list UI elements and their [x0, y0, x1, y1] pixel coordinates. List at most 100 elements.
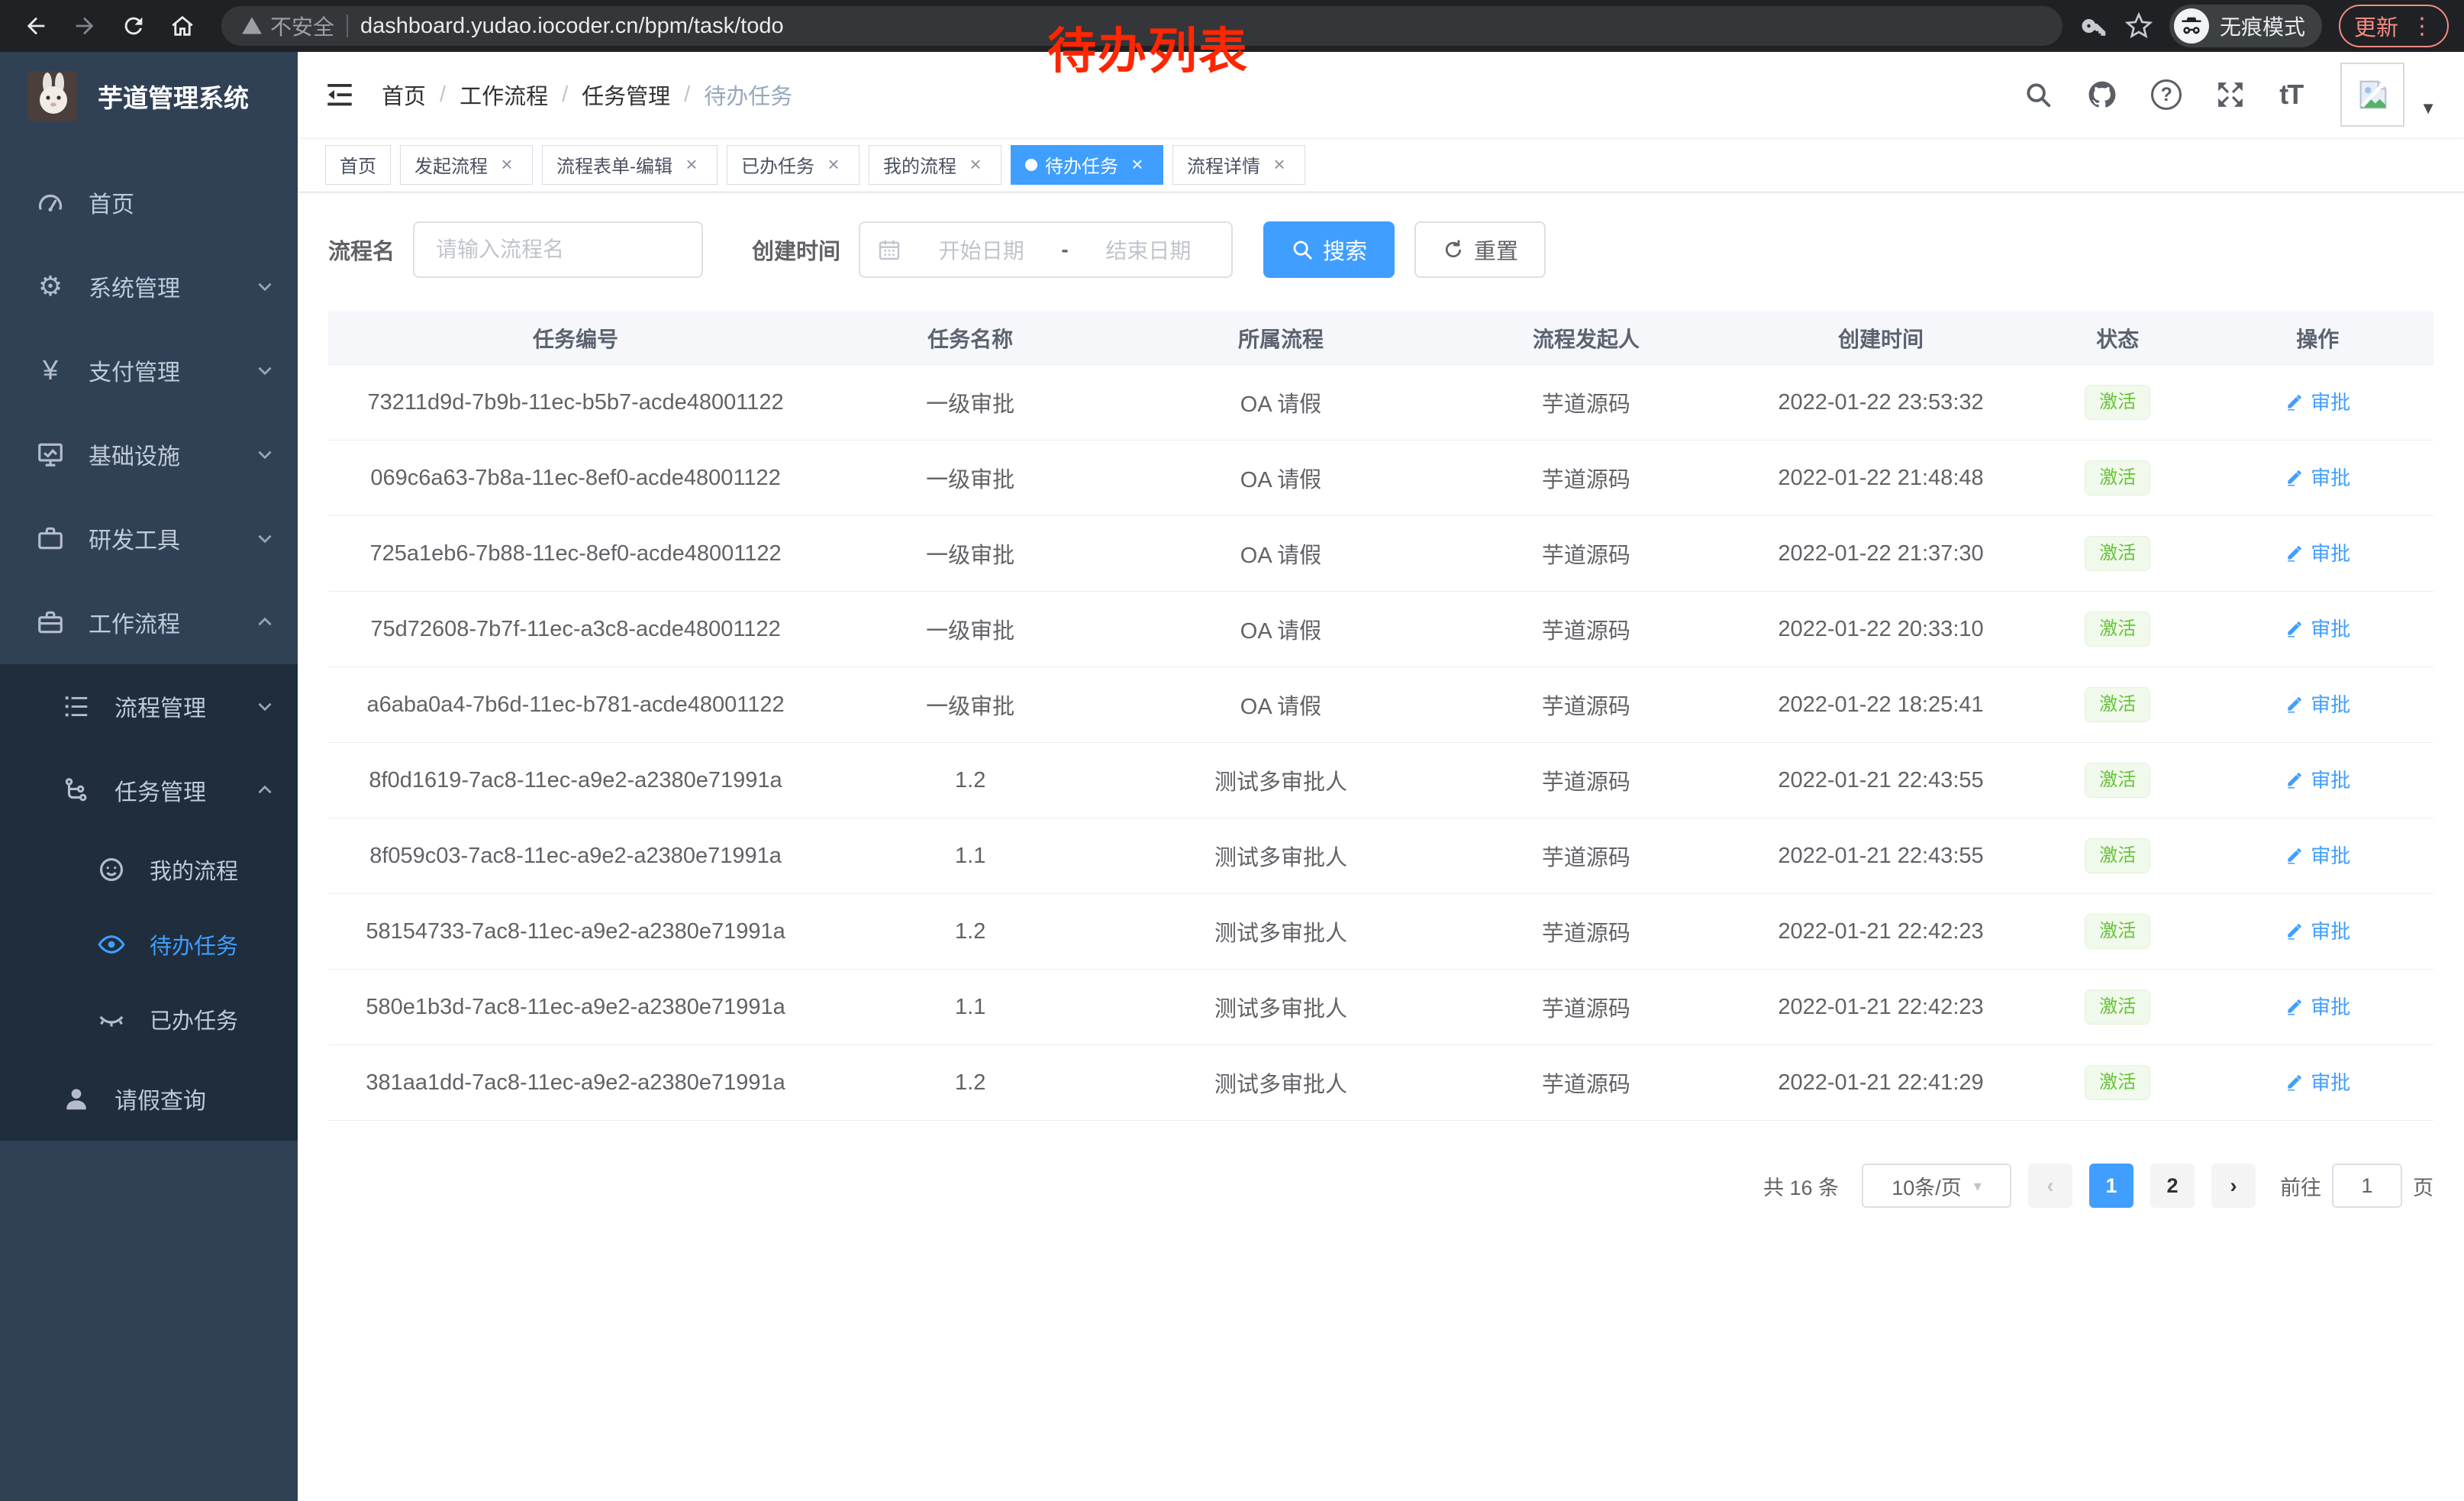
incognito-badge[interactable]: 无痕模式: [2169, 5, 2322, 47]
chevron-down-icon: [255, 528, 275, 548]
status-badge: 激活: [2085, 385, 2150, 421]
sidebar-item-system[interactable]: ⚙ 系统管理: [0, 244, 298, 328]
tab-home[interactable]: 首页: [325, 145, 391, 185]
status-badge: 激活: [2085, 989, 2150, 1025]
breadcrumb-task-mgmt[interactable]: 任务管理: [582, 79, 670, 111]
reset-button[interactable]: 重置: [1414, 221, 1546, 278]
sidebar-item-process-mgmt[interactable]: 流程管理: [0, 664, 298, 748]
process-name-input[interactable]: [413, 221, 703, 278]
tab-start-process[interactable]: 发起流程×: [400, 145, 533, 185]
approve-link[interactable]: 审批: [2285, 538, 2350, 567]
security-indicator[interactable]: 不安全: [241, 11, 334, 41]
cell-task-id: 58154733-7ac8-11ec-a9e2-a2380e71991a: [328, 919, 823, 944]
dashboard-icon: [34, 186, 67, 219]
page-size-select[interactable]: 10条/页 ▾: [1862, 1164, 2011, 1208]
sidebar-item-task-mgmt[interactable]: 任务管理: [0, 748, 298, 832]
edit-pencil-icon: [2285, 1072, 2304, 1092]
search-icon[interactable]: [2023, 79, 2053, 110]
approve-link[interactable]: 审批: [2285, 387, 2350, 415]
cell-created: 2022-01-22 21:48:48: [1728, 466, 2033, 491]
security-label: 不安全: [270, 11, 334, 41]
edit-pencil-icon: [2285, 921, 2304, 941]
sidebar-item-workflow[interactable]: 工作流程: [0, 580, 298, 664]
close-icon[interactable]: ×: [1268, 153, 1291, 176]
close-icon[interactable]: ×: [680, 153, 703, 176]
help-icon[interactable]: ?: [2151, 79, 2182, 110]
approve-link[interactable]: 审批: [2285, 614, 2350, 642]
breadcrumb-separator: /: [562, 82, 568, 108]
sidebar-item-payment[interactable]: ¥ 支付管理: [0, 328, 298, 412]
tab-my-process[interactable]: 我的流程×: [869, 145, 1001, 185]
sidebar-item-todo-tasks[interactable]: 待办任务: [0, 907, 298, 982]
next-page-button[interactable]: ›: [2211, 1164, 2256, 1208]
cell-created: 2022-01-22 18:25:41: [1728, 692, 2033, 718]
breadcrumb-workflow[interactable]: 工作流程: [460, 79, 548, 111]
warning-icon: [241, 15, 263, 37]
approve-link[interactable]: 审批: [2285, 689, 2350, 718]
browser-home-icon[interactable]: [162, 5, 203, 47]
create-time-label: 创建时间: [752, 234, 840, 266]
cell-process: OA 请假: [1118, 462, 1443, 494]
update-button[interactable]: 更新 ⋮: [2339, 5, 2449, 47]
goto-page-input[interactable]: [2332, 1164, 2402, 1208]
sidebar-item-infra[interactable]: 基础设施: [0, 412, 298, 496]
date-range-picker[interactable]: 开始日期 - 结束日期: [859, 221, 1233, 278]
avatar-caret-icon[interactable]: ▼: [2420, 98, 2437, 118]
bookmark-star-icon[interactable]: [2125, 12, 2153, 40]
app-logo-row[interactable]: 芋道管理系统: [0, 52, 298, 140]
github-icon[interactable]: [2087, 79, 2117, 110]
tab-todo-tasks[interactable]: 待办任务×: [1011, 145, 1163, 185]
cell-created: 2022-01-21 22:42:23: [1728, 919, 2033, 944]
sidebar-item-done-tasks[interactable]: 已办任务: [0, 982, 298, 1057]
status-badge: 激活: [2085, 612, 2150, 647]
sidebar-item-home[interactable]: 首页: [0, 160, 298, 244]
sidebar-collapse-icon[interactable]: [324, 79, 356, 111]
sidebar-item-my-process[interactable]: 我的流程: [0, 832, 298, 907]
page-button-2[interactable]: 2: [2150, 1164, 2195, 1208]
sidebar-item-label: 已办任务: [150, 1003, 238, 1035]
search-button[interactable]: 搜索: [1263, 221, 1395, 278]
tab-done-tasks[interactable]: 已办任务×: [727, 145, 859, 185]
sidebar-item-leave-query[interactable]: 请假查询: [0, 1057, 298, 1141]
browser-menu-icon[interactable]: ⋮: [2411, 13, 2433, 40]
sidebar-item-label: 待办任务: [150, 928, 238, 960]
approve-link[interactable]: 审批: [2285, 1067, 2350, 1096]
cell-task-id: 580e1b3d-7ac8-11ec-a9e2-a2380e71991a: [328, 995, 823, 1020]
page-button-1[interactable]: 1: [2089, 1164, 2133, 1208]
edit-pencil-icon: [2285, 996, 2304, 1016]
approve-link[interactable]: 审批: [2285, 841, 2350, 869]
password-key-icon[interactable]: [2081, 12, 2108, 40]
table-row: 8f059c03-7ac8-11ec-a9e2-a2380e71991a 1.1…: [328, 818, 2433, 894]
fullscreen-icon[interactable]: [2215, 79, 2246, 110]
update-label: 更新: [2354, 10, 2398, 42]
cell-task-id: 725a1eb6-7b88-11ec-8ef0-acde48001122: [328, 541, 823, 567]
navbar-actions: ? tT ▼: [2023, 63, 2437, 127]
close-icon[interactable]: ×: [822, 153, 845, 176]
approve-link[interactable]: 审批: [2285, 992, 2350, 1020]
cell-created: 2022-01-22 23:53:32: [1728, 390, 2033, 415]
table-row: 58154733-7ac8-11ec-a9e2-a2380e71991a 1.2…: [328, 894, 2433, 970]
browser-back-icon[interactable]: [15, 5, 56, 47]
col-task-name: 任务名称: [823, 323, 1118, 353]
close-icon[interactable]: ×: [964, 153, 987, 176]
close-icon[interactable]: ×: [1126, 153, 1149, 176]
eye-closed-icon: [95, 1002, 128, 1036]
browser-forward-icon[interactable]: [64, 5, 105, 47]
sidebar-item-devtools[interactable]: 研发工具: [0, 496, 298, 580]
prev-page-button[interactable]: ‹: [2028, 1164, 2072, 1208]
approve-link[interactable]: 审批: [2285, 765, 2350, 793]
close-icon[interactable]: ×: [495, 153, 518, 176]
col-status: 状态: [2033, 323, 2202, 353]
font-size-icon[interactable]: tT: [2279, 79, 2302, 111]
avatar[interactable]: [2340, 63, 2404, 127]
tab-form-edit[interactable]: 流程表单-编辑×: [542, 145, 718, 185]
approve-link[interactable]: 审批: [2285, 463, 2350, 491]
cell-process: OA 请假: [1118, 537, 1443, 570]
breadcrumb-home[interactable]: 首页: [382, 79, 426, 111]
tab-process-detail[interactable]: 流程详情×: [1172, 145, 1305, 185]
approve-link[interactable]: 审批: [2285, 916, 2350, 944]
refresh-icon: [1442, 238, 1465, 261]
browser-reload-icon[interactable]: [113, 5, 154, 47]
chevron-down-icon: ▾: [1974, 1177, 1982, 1196]
cell-task-name: 一级审批: [823, 386, 1118, 418]
